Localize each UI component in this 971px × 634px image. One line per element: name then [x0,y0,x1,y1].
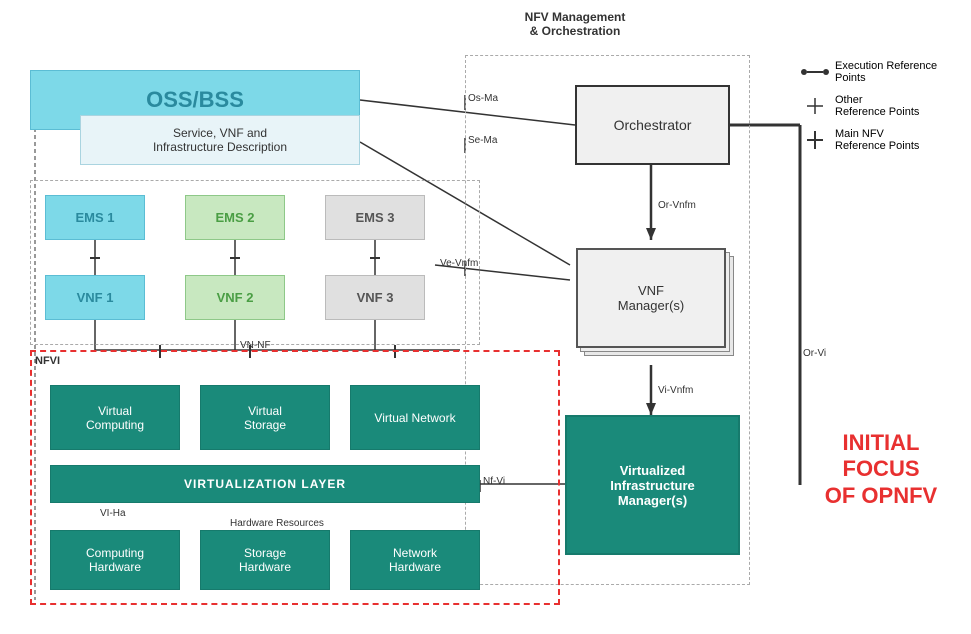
hw-computing-label: ComputingHardware [86,546,144,574]
ems3-block: EMS 3 [325,195,425,240]
ems2-label: EMS 2 [215,210,254,225]
ve-vnfm-label: Ve-Vnfm [440,258,478,269]
vnf2-label: VNF 2 [217,290,254,305]
legend-exec-item: Execution Reference Points [801,60,956,84]
ems1-label: EMS 1 [75,210,114,225]
vi-ha-label: VI-Ha [100,508,126,519]
os-ma-label: Os-Ma [468,93,498,104]
other-ref-icon [801,96,829,116]
initial-focus-text: INITIALFOCUSOF OPNFV [825,430,937,508]
initial-focus-label: INITIALFOCUSOF OPNFV [806,430,956,509]
nfv-mgmt-line2: & Orchestration [530,24,621,38]
vnf2-block: VNF 2 [185,275,285,320]
other-ref-label: OtherReference Points [835,94,919,118]
virt-computing-block: VirtualComputing [50,385,180,450]
ems1-block: EMS 1 [45,195,145,240]
virt-network-block: Virtual Network [350,385,480,450]
vnf3-label: VNF 3 [357,290,394,305]
or-vi-label: Or-Vi [803,348,826,359]
vi-vnfm-label: Vi-Vnfm [658,385,693,396]
service-vnf-block: Service, VNF andInfrastructure Descripti… [80,115,360,165]
nfv-mgmt-line1: NFV Management [525,10,626,24]
diagram-container: NFV Management & Orchestration OSS/BSS S… [0,0,971,634]
virt-layer-label: VIRTUALIZATION LAYER [184,477,346,491]
hw-resources-text: Hardware Resources [230,518,324,529]
vnf3-block: VNF 3 [325,275,425,320]
vnf-manager-box: VNFManager(s) [576,248,726,348]
orchestrator-block: Orchestrator [575,85,730,165]
main-ref-icon [801,130,829,150]
vi-ha-text: VI-Ha [100,508,126,519]
main-ref-label: Main NFVReference Points [835,128,919,152]
hw-storage-label: StorageHardware [239,546,291,574]
exec-ref-label: Execution Reference Points [835,60,956,84]
vim-block: VirtualizedInfrastructureManager(s) [565,415,740,555]
hw-computing-block: ComputingHardware [50,530,180,590]
hw-storage-block: StorageHardware [200,530,330,590]
virt-layer-block: VIRTUALIZATION LAYER [50,465,480,503]
virt-storage-label: VirtualStorage [244,404,286,432]
hw-resources-label: Hardware Resources [230,518,324,529]
ems2-block: EMS 2 [185,195,285,240]
vim-label: VirtualizedInfrastructureManager(s) [610,463,695,508]
virt-storage-block: VirtualStorage [200,385,330,450]
hw-network-label: NetworkHardware [389,546,441,574]
se-ma-label: Se-Ma [468,135,497,146]
vnf1-label: VNF 1 [77,290,114,305]
virt-network-label: Virtual Network [374,411,455,425]
legend: Execution Reference Points OtherReferenc… [801,60,956,162]
vnf-manager-container: VNFManager(s) [576,248,736,363]
vnf-manager-label: VNFManager(s) [618,283,684,313]
hw-network-block: NetworkHardware [350,530,480,590]
virt-computing-label: VirtualComputing [86,404,144,432]
exec-ref-icon [801,69,829,75]
vn-nf-label: VN-NF [240,340,271,351]
vnf1-block: VNF 1 [45,275,145,320]
legend-main-item: Main NFVReference Points [801,128,956,152]
nfv-mgmt-title: NFV Management & Orchestration [490,10,660,38]
oss-bss-label: OSS/BSS [146,87,244,113]
orchestrator-label: Orchestrator [614,117,692,133]
ems3-label: EMS 3 [355,210,394,225]
nf-vi-label: Nf-Vi [483,476,505,487]
nfvi-label: NFVI [35,355,60,367]
or-vnfm-label: Or-Vnfm [658,200,696,211]
legend-other-item: OtherReference Points [801,94,956,118]
service-vnf-label: Service, VNF andInfrastructure Descripti… [153,126,287,154]
